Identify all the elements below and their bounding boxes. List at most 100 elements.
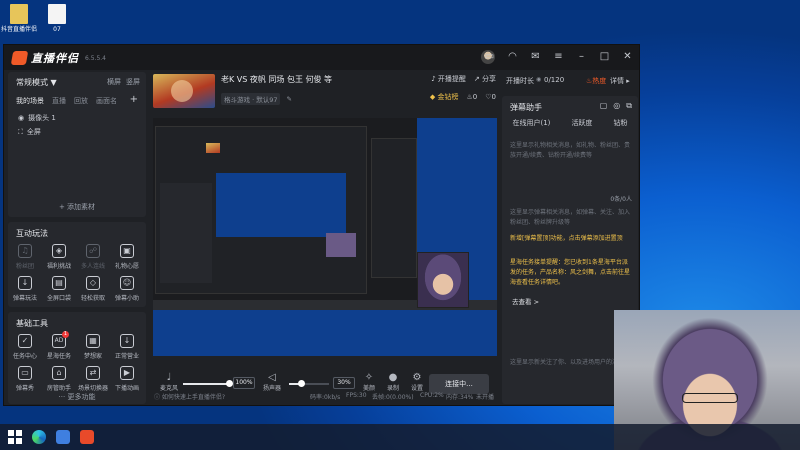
grid-item-star-task[interactable]: AD 1 星海任务	[42, 331, 76, 360]
stream-preview[interactable]	[153, 118, 497, 356]
link-landscape[interactable]: 横屏	[107, 77, 121, 87]
live-status: 未开播	[476, 394, 495, 401]
popout-icon[interactable]: ⧉	[626, 101, 632, 111]
windows-start-icon[interactable]	[8, 430, 22, 444]
more-functions-button[interactable]: ··· 更多功能	[8, 392, 146, 402]
bell-icon: ♪	[431, 75, 438, 83]
chat-icon[interactable]: ▭	[484, 51, 495, 62]
memory-stat: 内存:34%	[446, 394, 474, 401]
edge-icon[interactable]	[32, 430, 46, 444]
source-item[interactable]: ⛶ 全屏	[18, 127, 41, 137]
grid-item-challenge[interactable]: ◈ 福利挑战	[42, 244, 76, 270]
interactive-card: 互动玩法 ♫ 粉丝团 ◈ 福利挑战 ☍ 多人连线 ▣ 礼物心愿 ↓ 弹幕玩法 ▤ 全屏口袋 …	[8, 222, 146, 307]
source-item[interactable]: ◉ 摄像头 1	[18, 113, 56, 123]
tab-scene-name[interactable]: 画面名	[96, 96, 117, 106]
diamond-icon: ◇	[86, 276, 100, 290]
settings-app-icon[interactable]	[56, 430, 70, 444]
detail-link[interactable]: 详情 ▸	[610, 76, 630, 86]
close-icon[interactable]: ✕	[622, 51, 633, 62]
sparkle-icon: ✧	[364, 372, 374, 383]
room-title[interactable]: 老K VS 夜帆 同场 包王 何俊 等	[221, 74, 332, 85]
speaker-slider[interactable]	[289, 380, 329, 387]
tab-replay[interactable]: 回放	[74, 96, 88, 106]
mic-slider-fill	[183, 383, 229, 385]
streaming-app-window: 直播伴侣 6.5.5.4 ▭ ◠ ✉ ≡ – □ ✕ 常规模式 ▼ 横屏 竖屏 …	[3, 44, 640, 406]
grid-item-end-animation[interactable]: ▶ 下播动画	[110, 366, 144, 392]
share-icon: ↗	[473, 75, 482, 83]
link-portrait[interactable]: 竖屏	[126, 77, 140, 87]
tools-title: 基础工具	[16, 319, 48, 328]
camera-icon: ◉	[18, 114, 25, 122]
menu-icon[interactable]: ≡	[553, 51, 564, 62]
grid-item-danmu-play[interactable]: ↓ 弹幕玩法	[8, 276, 42, 302]
status-bar: ⓘ 如何快速上手直播伴侣? 码率:0kb/s FPS:30 丢帧:0(0.00%…	[150, 387, 500, 405]
grid-item-scene-switch[interactable]: ⇄ 场景切换器	[76, 366, 110, 392]
edit-icon[interactable]: ✎	[286, 95, 291, 103]
desktop-icon-file[interactable]: 07	[38, 4, 76, 33]
dropped-frames-stat: 丢帧:0(0.00%)	[372, 394, 414, 401]
manager-icon: ⌂	[52, 366, 66, 380]
multi-link-icon: ☍	[86, 244, 100, 258]
grid-item-pk[interactable]: ♫ 粉丝团	[8, 244, 42, 270]
danmu-icon: ▭	[18, 366, 32, 380]
tab-online-users[interactable]: 在线用户(1)	[513, 118, 551, 128]
camera-overlay[interactable]	[417, 252, 469, 308]
fullscreen-icon: ⛶	[18, 127, 23, 136]
headset-icon[interactable]: ◠	[507, 51, 518, 62]
add-scene-button[interactable]: +	[130, 94, 138, 105]
grid-item-easy[interactable]: ◇ 轻松获取	[76, 276, 110, 302]
cpu-stat: CPU:2%	[420, 392, 444, 399]
room-cover-image[interactable]	[153, 74, 215, 108]
grid-item-pocket[interactable]: ▤ 全屏口袋	[42, 276, 76, 302]
grid-item-dreamer[interactable]: ▦ 梦想家	[76, 334, 110, 360]
filter-icon[interactable]: ▢	[600, 101, 608, 111]
view-task-link[interactable]: 去查看 >	[512, 296, 539, 306]
tab-live[interactable]: 直播	[52, 96, 66, 106]
hot-value: ♨热度	[586, 77, 607, 85]
nested-app-capture	[155, 126, 367, 294]
panel-title: 弹幕助手	[510, 103, 542, 112]
scene-title: 我的场景	[16, 97, 44, 105]
grid-item-room-manager[interactable]: ⌂ 房管助手	[42, 366, 76, 392]
tab-diamond-fans[interactable]: 钻粉	[613, 118, 627, 128]
douyin-companion-icon[interactable]	[80, 430, 94, 444]
speaker-icon: ◁	[268, 372, 276, 383]
feature-notice[interactable]: 新增[弹幕置顶]功能，点击弹幕添加进置顶	[510, 234, 632, 244]
file-icon	[48, 4, 66, 24]
duration-label: 开播时长	[506, 77, 534, 85]
dream-icon: ▦	[86, 334, 100, 348]
app-logo: 直播伴侣 6.5.5.4	[10, 50, 106, 66]
category-tag[interactable]: 格斗游戏 · 默认97	[221, 93, 281, 105]
help-icon: ⓘ	[154, 394, 162, 401]
left-panel: 常规模式 ▼ 横屏 竖屏 我的场景 直播 回放 画面名 + ◉ 摄像头 1 ⛶ …	[8, 72, 146, 404]
grid-item-business[interactable]: ↓ 正常营业	[110, 334, 144, 360]
gold-rank-button[interactable]: ◆ 金钻榜	[430, 92, 459, 102]
grid-item-task-center[interactable]: ✓ 任务中心	[8, 334, 42, 360]
share-button[interactable]: ↗ 分享	[474, 74, 496, 84]
mic-slider[interactable]	[183, 380, 233, 387]
speaker-slider-knob[interactable]	[298, 380, 305, 387]
message-icon[interactable]: ✉	[530, 51, 541, 62]
mic-slider-knob[interactable]	[226, 380, 233, 387]
maximize-icon[interactable]: □	[599, 51, 610, 62]
grid-item-wish[interactable]: ▣ 礼物心愿	[110, 244, 144, 270]
minimize-icon[interactable]: –	[576, 51, 587, 62]
danmu-placeholder: 这里显示弹幕相关消息，如弹幕、关注、加入粉丝团、粉丝牌升级等	[510, 209, 631, 226]
desktop-icon-app[interactable]: 抖音直播伴侣	[0, 4, 38, 33]
tab-activity[interactable]: 活跃度	[571, 118, 592, 128]
live-reminder-button[interactable]: ♪ 开播提醒	[431, 74, 466, 84]
grid-item-assistant[interactable]: ☺ 弹幕小助	[110, 276, 144, 302]
download-icon: ↓	[120, 334, 134, 348]
grid-item-danmu-show[interactable]: ▭ 弹幕秀	[8, 366, 42, 392]
add-source-button[interactable]: + 添加素材	[8, 202, 146, 212]
app-shortcut-icon	[10, 4, 28, 24]
viewer-icon: ◉	[536, 76, 542, 83]
shield-icon: ◈	[52, 244, 66, 258]
heart-count: ♡0	[485, 93, 496, 101]
help-link[interactable]: ⓘ 如何快速上手直播伴侣?	[154, 392, 225, 401]
settings-icon[interactable]: ◎	[613, 101, 620, 111]
bot-icon: ☺	[120, 276, 134, 290]
grid-item-multilink[interactable]: ☍ 多人连线	[76, 244, 110, 270]
mode-select[interactable]: 常规模式 ▼	[16, 77, 57, 88]
gear-icon: ⚙	[412, 372, 422, 383]
